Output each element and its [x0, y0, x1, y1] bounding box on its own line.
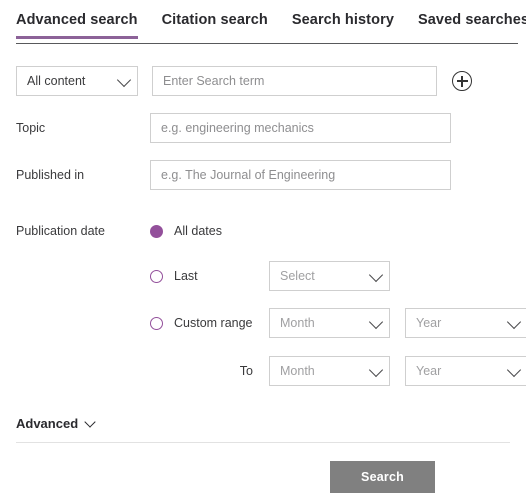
- circle-plus-icon[interactable]: [452, 71, 472, 91]
- last-period-value: Select: [280, 269, 315, 283]
- to-year-value: Year: [416, 364, 442, 378]
- custom-range-from-month-select[interactable]: Month: [269, 308, 390, 338]
- tab-bar: Advanced search Citation search Search h…: [0, 0, 526, 44]
- from-month-value: Month: [280, 316, 315, 330]
- advanced-search-form: All content Topic Published in Publicati…: [0, 66, 526, 493]
- publication-date-label: Publication date: [16, 223, 105, 238]
- published-in-row: Published in: [16, 160, 510, 190]
- publication-date-section: Publication date All dates Last Select C…: [16, 218, 526, 386]
- last-period-select[interactable]: Select: [269, 261, 390, 291]
- chevron-down-icon: [84, 416, 96, 428]
- publication-date-last-row: Last Select: [16, 261, 510, 291]
- search-term-row: All content: [16, 66, 510, 96]
- search-button[interactable]: Search: [330, 461, 435, 493]
- topic-row: Topic: [16, 113, 510, 143]
- content-type-select[interactable]: All content: [16, 66, 138, 96]
- content-type-value: All content: [27, 74, 86, 88]
- tab-search-history[interactable]: Search history: [292, 0, 394, 39]
- topic-label: Topic: [16, 120, 46, 135]
- published-in-input[interactable]: [150, 160, 451, 190]
- tab-citation-search[interactable]: Citation search: [162, 0, 268, 39]
- publication-date-custom-range-row: Custom range Month Year: [16, 308, 526, 338]
- custom-range-to-row: To Month Year: [16, 356, 526, 386]
- radio-last[interactable]: [150, 269, 163, 283]
- custom-range-to-month-select[interactable]: Month: [269, 356, 390, 386]
- advanced-toggle[interactable]: Advanced: [16, 416, 96, 431]
- advanced-toggle-label: Advanced: [16, 416, 79, 431]
- published-in-label: Published in: [16, 167, 85, 182]
- custom-range-to-year-select[interactable]: Year: [405, 356, 526, 386]
- to-month-value: Month: [280, 364, 315, 378]
- tab-advanced-search[interactable]: Advanced search: [16, 0, 138, 39]
- radio-last-label[interactable]: Last: [174, 269, 269, 283]
- topic-input[interactable]: [150, 113, 451, 143]
- from-year-value: Year: [416, 316, 442, 330]
- publication-date-all-dates-row: Publication date All dates: [16, 218, 510, 244]
- form-footer: Search: [16, 461, 510, 493]
- custom-range-to-label: To: [239, 364, 253, 378]
- section-divider: [16, 442, 510, 443]
- radio-all-dates[interactable]: [150, 224, 163, 238]
- search-term-input[interactable]: [152, 66, 437, 96]
- radio-custom-range[interactable]: [150, 316, 163, 330]
- radio-custom-range-label[interactable]: Custom range: [174, 316, 269, 330]
- radio-all-dates-label[interactable]: All dates: [174, 224, 269, 238]
- custom-range-from-year-select[interactable]: Year: [405, 308, 526, 338]
- tab-saved-searches[interactable]: Saved searches: [418, 0, 526, 39]
